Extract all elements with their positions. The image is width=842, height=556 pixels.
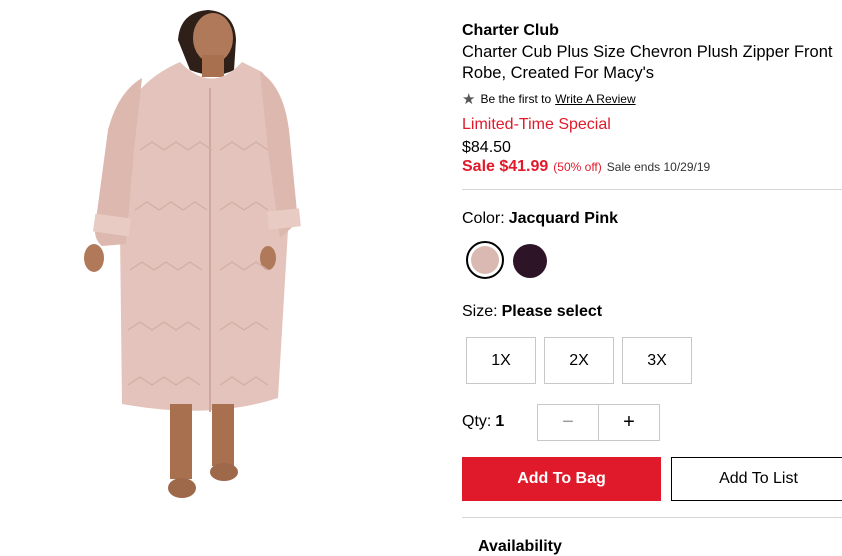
size-option-1x[interactable]: 1X xyxy=(466,337,536,384)
swatch-jacquard-pink[interactable] xyxy=(466,241,504,279)
quantity-stepper: − + xyxy=(537,404,660,441)
add-to-bag-button[interactable]: Add To Bag xyxy=(462,457,661,501)
discount-percent: (50% off) xyxy=(553,160,602,174)
sale-line: Sale $41.99 (50% off) Sale ends 10/29/19 xyxy=(462,158,710,176)
size-option-3x[interactable]: 3X xyxy=(622,337,692,384)
quantity-value: 1 xyxy=(495,413,505,430)
write-review-link[interactable]: Write A Review xyxy=(555,92,635,106)
quantity-increase-button[interactable]: + xyxy=(599,405,659,440)
size-option-2x[interactable]: 2X xyxy=(544,337,614,384)
selected-color: Jacquard Pink xyxy=(508,210,619,227)
product-title: Charter Cub Plus Size Chevron Plush Zipp… xyxy=(462,43,833,82)
color-label: Color: xyxy=(462,210,505,227)
swatch-fill xyxy=(513,244,547,278)
original-price: $84.50 xyxy=(462,139,511,156)
promo-label: Limited-Time Special xyxy=(462,116,611,133)
review-prompt: Be the first to xyxy=(480,92,552,106)
divider xyxy=(462,189,842,190)
review-row: ★ Be the first to Write A Review xyxy=(462,90,636,108)
divider xyxy=(462,517,842,518)
sale-end-date: Sale ends 10/29/19 xyxy=(606,160,711,174)
swatch-dark-purple[interactable] xyxy=(513,244,547,278)
availability-heading[interactable]: Availability xyxy=(478,538,562,556)
brand-name[interactable]: Charter Club xyxy=(462,22,559,40)
quantity-decrease-button[interactable]: − xyxy=(538,405,599,440)
size-label-row: Size: Please select xyxy=(462,303,602,321)
quantity-label: Qty: xyxy=(462,413,492,430)
color-label-row: Color: Jacquard Pink xyxy=(462,210,618,228)
product-image xyxy=(30,0,430,545)
size-label: Size: xyxy=(462,303,498,320)
swatch-fill xyxy=(471,246,499,274)
sale-price: Sale $41.99 xyxy=(462,158,549,175)
star-icon: ★ xyxy=(462,91,476,108)
add-to-list-button[interactable]: Add To List xyxy=(671,457,842,501)
quantity-label-row: Qty: 1 xyxy=(462,413,504,431)
size-prompt: Please select xyxy=(501,303,603,320)
